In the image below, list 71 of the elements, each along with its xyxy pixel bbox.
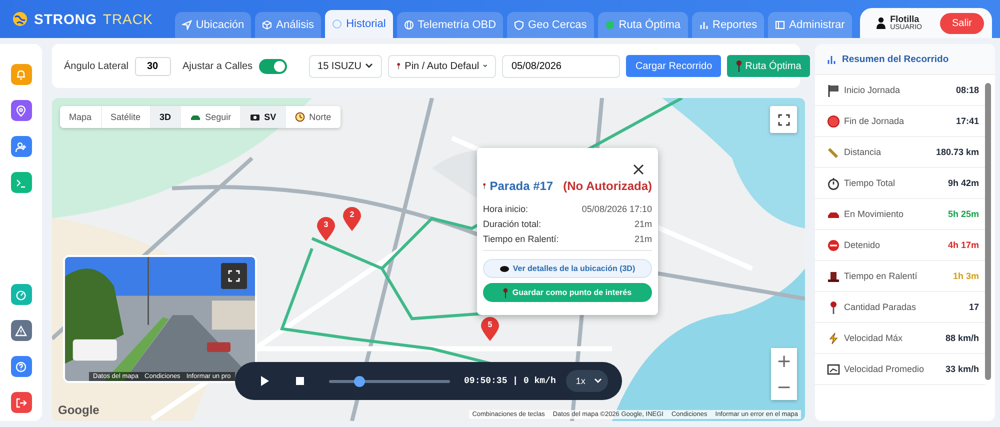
angle-field[interactable]: 30 <box>134 56 170 76</box>
no-entry-icon <box>827 238 840 252</box>
terminal-icon <box>15 176 27 188</box>
caret-icon <box>483 63 488 69</box>
cube-icon <box>262 20 272 30</box>
summary-value: 4h 17m <box>948 240 979 250</box>
summary-label: Distancia <box>844 147 882 157</box>
summary-label: En Movimiento <box>844 209 904 219</box>
user-name: Flotilla <box>890 15 920 24</box>
logout-button[interactable]: Salir <box>940 12 984 34</box>
load-route-button[interactable]: Cargar Recorrido <box>626 55 722 77</box>
ruler-icon <box>827 146 840 158</box>
summary-label: Velocidad Máx <box>844 333 903 343</box>
stopwatch-icon <box>827 176 840 190</box>
snap-label: Ajustar a Calles <box>182 60 253 72</box>
caret-icon <box>365 63 374 69</box>
bell-icon <box>15 68 27 80</box>
bar-chart-icon <box>698 20 708 30</box>
brand-name: STRONG <box>34 11 97 27</box>
help-icon <box>15 360 27 372</box>
dot-icon <box>604 20 615 30</box>
navigation-arrow-icon <box>182 20 192 30</box>
sidebar-button[interactable] <box>10 64 32 85</box>
user-icon <box>876 17 886 29</box>
sidebar-button[interactable] <box>10 172 32 193</box>
summary-value: 5h 25m <box>948 209 979 219</box>
sidebar-button[interactable] <box>10 320 32 341</box>
snap-toggle[interactable] <box>258 58 287 74</box>
summary-value: 17:41 <box>956 116 979 126</box>
sidebar-button[interactable] <box>10 100 32 121</box>
summary-label: Tiempo Total <box>844 178 896 188</box>
summary-value: 08:18 <box>956 85 979 95</box>
nav-tab[interactable]: Historial <box>325 10 393 38</box>
angle-label: Ángulo Lateral <box>64 60 128 72</box>
summary-label: Inicio Jornada <box>844 85 900 95</box>
timer-icon <box>15 288 27 300</box>
globe-icon <box>404 20 414 30</box>
shield-icon <box>514 20 524 30</box>
summary-label: Velocidad Promedio <box>844 364 924 374</box>
brand-name: TRACK <box>102 11 153 27</box>
date-field[interactable]: 05/08/2026 <box>502 54 620 78</box>
summary-value: 88 km/h <box>945 333 979 343</box>
summary-value: 180.73 km <box>936 147 979 157</box>
panel-icon <box>775 20 786 30</box>
summary-label: Cantidad Paradas <box>844 302 916 312</box>
pin-icon <box>397 60 401 72</box>
logout-icon <box>15 396 27 408</box>
summary-value: 17 <box>968 302 979 312</box>
location-icon <box>15 104 27 116</box>
sidebar-button[interactable] <box>10 136 32 157</box>
hat-icon <box>827 270 840 282</box>
summary-label: Fin de Jornada <box>844 116 904 126</box>
bolt-icon <box>827 332 840 344</box>
sidebar-button[interactable] <box>10 356 32 377</box>
panel-title: Resumen del Recorrido <box>842 54 949 64</box>
stop-circle-icon <box>827 114 840 128</box>
pin-style-select[interactable]: Pin / Auto Defaul <box>388 54 496 78</box>
flag-icon <box>827 84 840 96</box>
summary-label: Detenido <box>844 240 880 250</box>
globe-icon <box>12 11 28 27</box>
summary-value: 1h 3m <box>952 271 979 281</box>
summary-label: Tiempo en Ralentí <box>844 271 918 281</box>
add-user-icon <box>15 140 27 152</box>
summary-value: 33 km/h <box>945 364 979 374</box>
summary-value: 9h 42m <box>948 178 979 188</box>
pin-icon <box>736 60 742 72</box>
vehicle-select[interactable]: 15 ISUZU <box>308 54 382 78</box>
warning-icon <box>15 324 27 336</box>
sidebar-button[interactable] <box>10 392 32 413</box>
bar-chart-icon <box>827 54 836 64</box>
sidebar-button[interactable] <box>10 284 32 305</box>
